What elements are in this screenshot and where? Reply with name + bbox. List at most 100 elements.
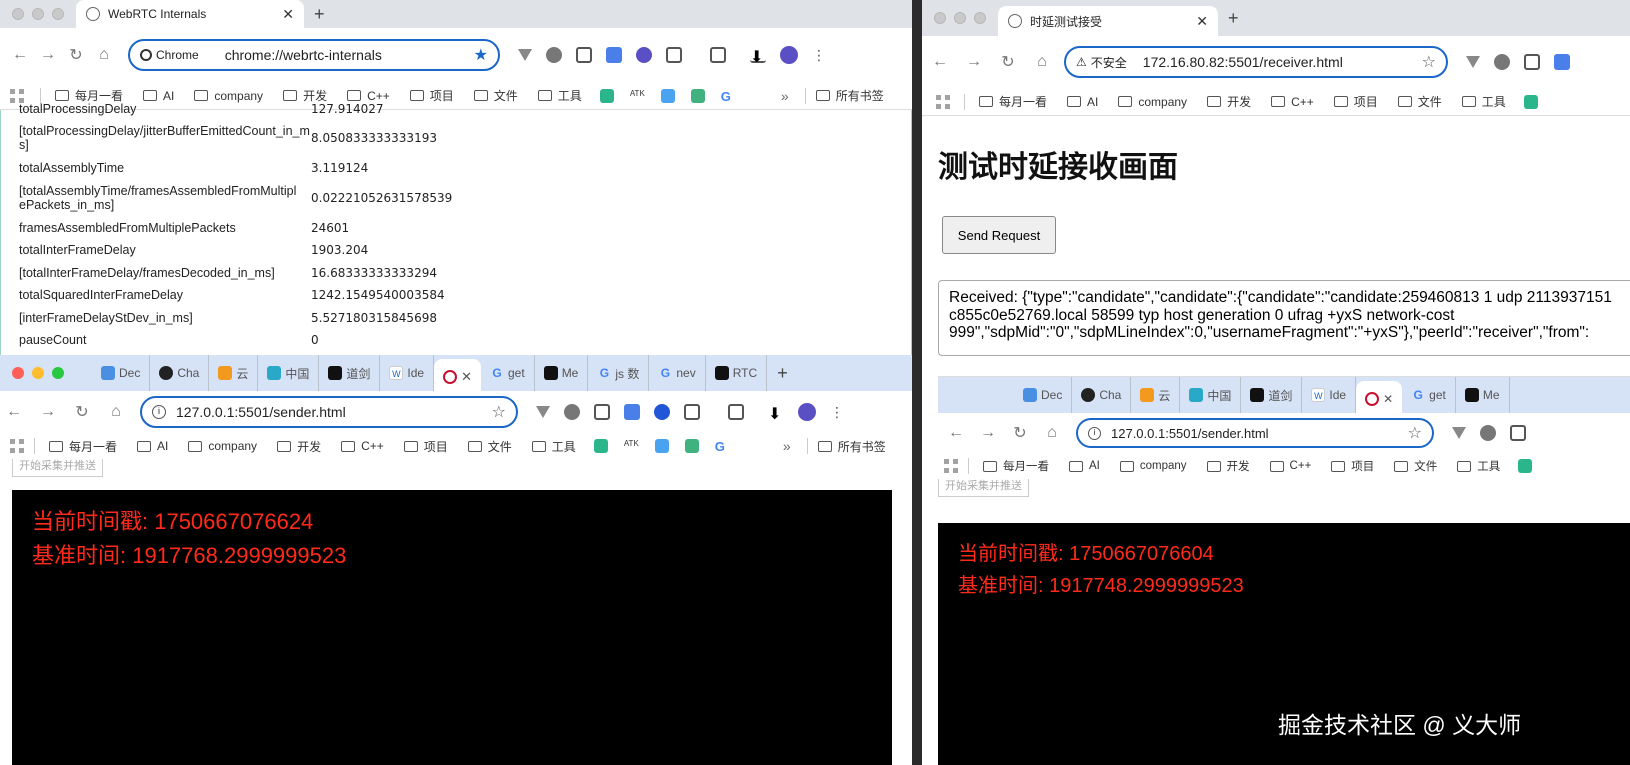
extension-icon[interactable] xyxy=(636,47,652,63)
tab-receiver[interactable]: 时延测试接受 ✕ xyxy=(998,6,1218,36)
info-icon[interactable]: i xyxy=(152,405,166,419)
all-bookmarks-folder[interactable]: 所有书签 xyxy=(817,438,896,455)
address-bar[interactable]: Chrome chrome://webrtc-internals ★ xyxy=(128,39,500,71)
share-icon[interactable] xyxy=(593,439,608,453)
tab[interactable]: Dec xyxy=(92,355,151,391)
menu-icon[interactable]: ⋮ xyxy=(830,404,844,420)
forward-icon[interactable]: → xyxy=(960,53,988,71)
bookmark-folder[interactable]: 文件 xyxy=(458,438,522,455)
extension-icon[interactable] xyxy=(546,47,562,63)
sidepanel-icon[interactable] xyxy=(710,47,726,63)
tab[interactable]: Gnev xyxy=(649,355,706,391)
send-request-button[interactable]: Send Request xyxy=(942,216,1056,254)
bookmark-folder[interactable]: 开发 xyxy=(267,438,331,455)
bookmark-folder[interactable]: 开发 xyxy=(1197,93,1261,110)
share-icon[interactable] xyxy=(599,88,614,103)
bookmark-folder[interactable]: 工具 xyxy=(522,438,586,455)
new-tab-button[interactable]: + xyxy=(1218,8,1249,29)
reload-icon[interactable]: ↻ xyxy=(994,52,1022,72)
close-tab-icon[interactable]: ✕ xyxy=(1196,13,1208,30)
translate-icon[interactable] xyxy=(606,47,622,63)
tab[interactable]: 中国 xyxy=(258,355,320,391)
back-icon[interactable]: ← xyxy=(926,53,954,71)
tab[interactable]: 道剑 xyxy=(319,355,381,391)
reload-icon[interactable]: ↻ xyxy=(68,402,96,422)
tab[interactable]: 云 xyxy=(209,355,259,391)
puzzle-icon[interactable] xyxy=(666,47,682,63)
tab-webrtc-internals[interactable]: WebRTC Internals ✕ xyxy=(76,0,304,28)
tab-active-sender[interactable]: ✕ xyxy=(434,359,481,395)
extension-icon[interactable] xyxy=(536,406,550,418)
bookmark-star-icon[interactable]: ★ xyxy=(474,45,488,65)
bookmark-star-icon[interactable]: ☆ xyxy=(1422,52,1436,72)
bookmark-folder[interactable]: C++ xyxy=(331,439,394,453)
bookmark-folder[interactable]: company xyxy=(184,89,273,103)
menu-icon[interactable]: ⋮ xyxy=(812,47,826,63)
translate-icon[interactable] xyxy=(624,404,640,420)
more-bookmarks-button[interactable]: » xyxy=(783,438,791,454)
address-bar[interactable]: ⚠ 不安全 172.16.80.82:5501/receiver.html ☆ xyxy=(1064,46,1448,78)
forward-icon[interactable]: → xyxy=(34,403,62,421)
extension-icon[interactable] xyxy=(1524,54,1540,70)
forward-icon[interactable]: → xyxy=(34,46,62,64)
bookmark-star-icon[interactable]: ☆ xyxy=(492,402,506,422)
extension-icon[interactable] xyxy=(1494,54,1510,70)
apps-icon[interactable] xyxy=(936,94,950,109)
sidepanel-icon[interactable] xyxy=(728,404,744,420)
download-icon[interactable]: ⬇ xyxy=(768,404,784,423)
tab[interactable]: Cha xyxy=(150,355,210,391)
new-tab-button[interactable]: + xyxy=(767,363,798,384)
tab[interactable]: RTC xyxy=(706,355,768,391)
vue-icon[interactable] xyxy=(684,439,699,453)
bookmark-folder[interactable]: AI xyxy=(133,89,184,103)
bookmark-folder[interactable]: 每月一看 xyxy=(969,93,1057,110)
home-icon[interactable]: ⌂ xyxy=(90,46,118,64)
tab[interactable]: Me xyxy=(535,355,589,391)
bookmark-folder[interactable]: AI xyxy=(127,439,178,453)
back-icon[interactable]: ← xyxy=(0,403,28,421)
tab[interactable]: Gjs 数 xyxy=(588,355,650,391)
bookmark-folder[interactable]: 项目 xyxy=(394,438,458,455)
close-tab-icon[interactable]: ✕ xyxy=(461,369,472,385)
new-tab-button[interactable]: + xyxy=(304,4,335,25)
extension-icon[interactable] xyxy=(564,404,580,420)
more-bookmarks-button[interactable]: » xyxy=(781,88,789,104)
window-controls[interactable] xyxy=(922,12,998,24)
bookmark-folder[interactable]: 项目 xyxy=(400,87,464,104)
atk-icon[interactable]: ATK xyxy=(630,89,645,103)
tab[interactable]: Gget xyxy=(481,355,535,391)
apps-icon[interactable] xyxy=(10,88,24,103)
apps-icon[interactable] xyxy=(10,439,24,453)
home-icon[interactable]: ⌂ xyxy=(1028,53,1056,71)
extension-icon[interactable] xyxy=(518,49,532,61)
bookmark-folder[interactable]: company xyxy=(1108,95,1197,109)
start-push-button[interactable]: 开始采集并推送 xyxy=(12,459,103,477)
bookmark-folder[interactable]: 每月一看 xyxy=(39,438,127,455)
insecure-chip[interactable]: ⚠ 不安全 xyxy=(1076,54,1127,71)
cloud-icon[interactable] xyxy=(654,439,669,453)
window-controls[interactable] xyxy=(0,367,92,379)
bookmark-folder[interactable]: 文件 xyxy=(464,87,528,104)
site-chip[interactable]: Chrome xyxy=(140,48,199,62)
extension-icon[interactable] xyxy=(594,404,610,420)
puzzle-icon[interactable] xyxy=(684,404,700,420)
bookmark-folder[interactable]: 文件 xyxy=(1388,93,1452,110)
back-icon[interactable]: ← xyxy=(6,46,34,64)
tab[interactable]: W Ide xyxy=(380,355,435,391)
all-bookmarks-folder[interactable]: 所有书签 xyxy=(815,87,894,104)
download-icon[interactable]: ⬇ xyxy=(750,47,766,66)
bookmark-folder[interactable]: company xyxy=(178,439,267,453)
reload-icon[interactable]: ↻ xyxy=(62,45,90,65)
atk-icon[interactable]: ATK xyxy=(624,439,639,453)
bookmark-folder[interactable]: C++ xyxy=(1261,95,1324,109)
bookmark-folder[interactable]: 工具 xyxy=(1452,93,1516,110)
bookmark-folder[interactable]: 项目 xyxy=(1324,93,1388,110)
extension-icon[interactable] xyxy=(654,404,670,420)
address-bar[interactable]: i 127.0.0.1:5501/sender.html ☆ xyxy=(140,396,518,428)
bookmark-folder[interactable]: AI xyxy=(1057,95,1108,109)
google-icon[interactable]: G xyxy=(715,439,725,454)
avatar[interactable] xyxy=(798,403,816,421)
extension-icon[interactable] xyxy=(1466,56,1480,68)
bookmark-folder[interactable]: C++ xyxy=(337,89,400,103)
google-icon[interactable]: G xyxy=(721,89,731,104)
